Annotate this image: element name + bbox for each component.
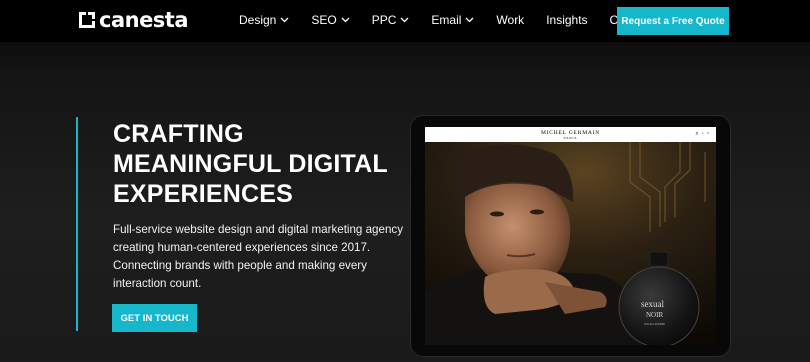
hero-description: Full-service website design and digital … (113, 221, 403, 293)
showcase-site-header: MICHEL GERMAIN PARIS ⌕ ◦ ▫ (425, 127, 716, 142)
nav-item-ppc[interactable]: PPC (372, 12, 410, 28)
chevron-down-icon (400, 17, 409, 23)
chevron-down-icon (341, 17, 350, 23)
nav-item-design[interactable]: Design (239, 12, 289, 28)
main-menu: Design SEO PPC Email Work Insights Conta… (239, 12, 673, 28)
nav-item-insights[interactable]: Insights (546, 12, 587, 28)
nav-item-label: Email (431, 13, 462, 27)
logo-text: canesta (99, 8, 189, 32)
search-icon: ⌕ (695, 131, 699, 137)
hero-accent-line (76, 117, 78, 331)
showcase-header-icons: ⌕ ◦ ▫ (692, 131, 709, 138)
bottle-label-1: sexual (641, 299, 664, 309)
showcase-brand-sub: PARIS (563, 136, 578, 140)
nav-item-seo[interactable]: SEO (311, 12, 350, 28)
hero-title: CRAFTING MEANINGFUL DIGITAL EXPERIENCES (113, 119, 403, 209)
nav-item-label: Insights (546, 13, 588, 27)
tablet-mockup: MICHEL GERMAIN PARIS ⌕ ◦ ▫ sexual NOIR P… (411, 116, 730, 356)
bottle-label-2: NOIR (646, 311, 663, 319)
hero-description-line: Full-service website design and digital … (113, 223, 403, 236)
chevron-down-icon (280, 17, 289, 23)
canesta-logo-mark-icon (79, 12, 95, 28)
top-navbar: canesta Design SEO PPC Email Work Insigh… (0, 0, 810, 42)
bag-icon: ▫ (706, 131, 709, 137)
nav-item-email[interactable]: Email (431, 12, 474, 28)
hero-description-line: interaction count. (113, 277, 202, 290)
tablet-screen: MICHEL GERMAIN PARIS ⌕ ◦ ▫ sexual NOIR P… (425, 127, 716, 345)
get-in-touch-button[interactable]: GET IN TOUCH (112, 304, 197, 332)
logo[interactable]: canesta (77, 8, 189, 32)
hero-title-line: MEANINGFUL DIGITAL (113, 150, 388, 178)
nav-item-label: Design (239, 13, 277, 27)
chevron-down-icon (465, 17, 474, 23)
showcase-hero-photo: sexual NOIR POUR HOMME (425, 142, 716, 345)
nav-item-work[interactable]: Work (496, 12, 524, 28)
nav-item-label: Work (496, 13, 525, 27)
bottle-label-3: POUR HOMME (644, 322, 665, 326)
hero-description-line: Connecting brands with people and making… (113, 259, 367, 272)
nav-item-label: SEO (311, 13, 337, 27)
nav-item-label: PPC (371, 13, 397, 27)
hero-title-line: EXPERIENCES (113, 180, 294, 208)
hero-title-line: CRAFTING (113, 120, 244, 148)
request-quote-button[interactable]: Request a Free Quote (617, 7, 729, 35)
user-icon: ◦ (701, 131, 704, 137)
hero-description-line: creating human-centered experiences sinc… (113, 241, 371, 254)
